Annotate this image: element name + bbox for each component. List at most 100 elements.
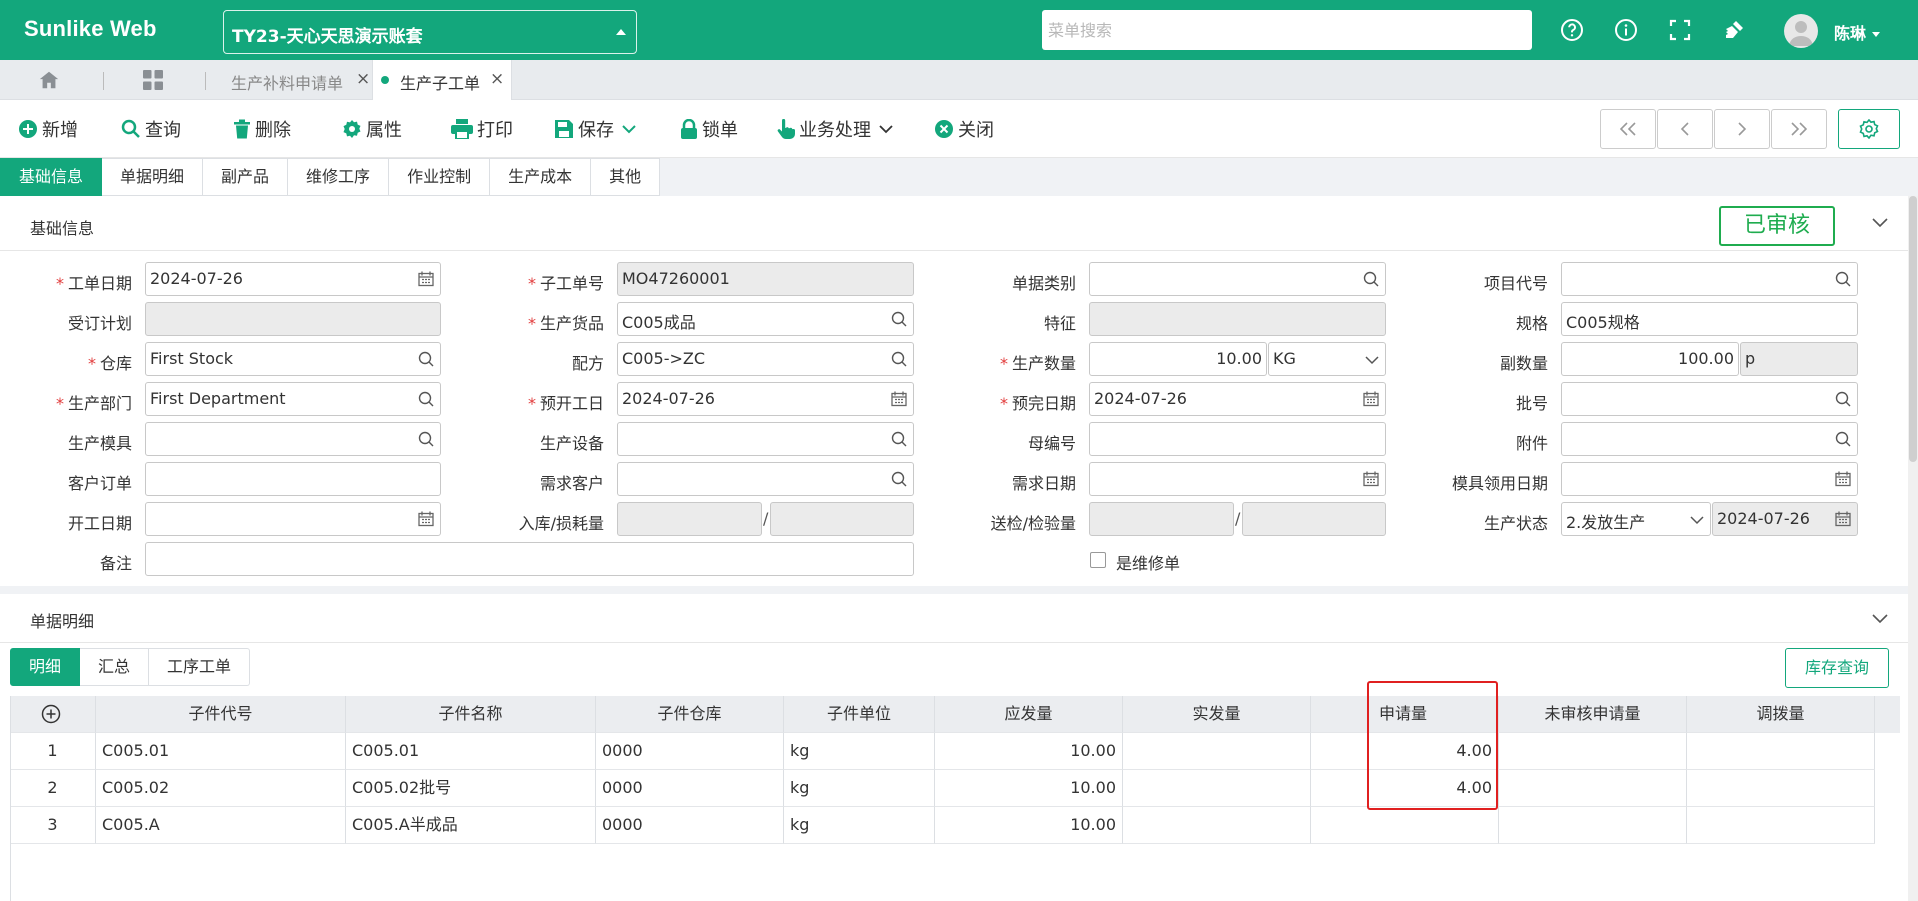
tab-production-cost[interactable]: 生产成本	[490, 158, 592, 196]
due-qty-cell[interactable]: 10.00	[935, 733, 1123, 770]
due-qty-cell[interactable]: 10.00	[935, 807, 1123, 844]
last-record-button[interactable]	[1771, 109, 1827, 149]
component-unit-cell[interactable]: kg	[784, 807, 935, 844]
table-row[interactable]: 1 C005.01 C005.01 0000 kg 10.00 4.00	[10, 733, 1900, 770]
start-date-field[interactable]	[145, 502, 441, 536]
apply-qty-cell[interactable]	[1311, 807, 1499, 844]
warehouse-field[interactable]: First Stock	[145, 342, 441, 376]
is-repair-checkbox[interactable]	[1090, 552, 1106, 568]
chevron-down-icon[interactable]	[1872, 218, 1888, 228]
component-name-cell[interactable]: C005.02批号	[346, 770, 596, 807]
stock-query-button[interactable]: 库存查询	[1785, 648, 1889, 688]
qty-field[interactable]: 10.00	[1089, 342, 1267, 376]
delete-button[interactable]: 删除	[233, 117, 291, 141]
close-icon[interactable]: ×	[490, 69, 504, 89]
transfer-qty-cell[interactable]	[1687, 770, 1875, 807]
add-row-cell[interactable]	[10, 696, 96, 733]
order-date-field[interactable]: 2024-07-26	[145, 262, 441, 296]
attachment-field[interactable]	[1561, 422, 1858, 456]
help-icon[interactable]	[1560, 18, 1584, 42]
column-header[interactable]: 子件名称	[346, 696, 596, 733]
home-icon[interactable]	[38, 69, 60, 91]
component-warehouse-cell[interactable]: 0000	[596, 807, 784, 844]
column-header[interactable]: 应发量	[935, 696, 1123, 733]
actual-qty-cell[interactable]	[1123, 770, 1311, 807]
unapproved-qty-cell[interactable]	[1499, 770, 1687, 807]
tab-detail[interactable]: 单据明细	[102, 158, 204, 196]
unapproved-qty-cell[interactable]	[1499, 807, 1687, 844]
plus-circle-icon[interactable]	[41, 704, 61, 724]
print-button[interactable]: 打印	[451, 117, 513, 141]
add-button[interactable]: 新增	[18, 117, 78, 141]
prod-status-select[interactable]: 2.发放生产	[1561, 502, 1711, 536]
menu-search-input[interactable]	[1042, 10, 1532, 50]
component-unit-cell[interactable]: kg	[784, 770, 935, 807]
project-code-field[interactable]	[1561, 262, 1858, 296]
search-icon[interactable]	[891, 351, 907, 367]
component-code-cell[interactable]: C005.02	[96, 770, 346, 807]
settings-button[interactable]	[1838, 109, 1900, 149]
search-icon[interactable]	[1363, 271, 1379, 287]
search-icon[interactable]	[1835, 391, 1851, 407]
user-menu[interactable]: 陈琳	[1834, 20, 1881, 44]
demand-customer-field[interactable]	[617, 462, 914, 496]
transfer-qty-cell[interactable]	[1687, 733, 1875, 770]
search-icon[interactable]	[891, 311, 907, 327]
tab-repair-process[interactable]: 维修工序	[288, 158, 390, 196]
calendar-icon[interactable]	[1363, 471, 1379, 487]
component-unit-cell[interactable]: kg	[784, 733, 935, 770]
previous-record-button[interactable]	[1657, 109, 1713, 149]
page-scrollbar-thumb[interactable]	[1909, 196, 1917, 462]
due-qty-cell[interactable]: 10.00	[935, 770, 1123, 807]
search-icon[interactable]	[418, 391, 434, 407]
apps-grid-icon[interactable]	[143, 70, 163, 90]
spec-field[interactable]: C005规格	[1561, 302, 1858, 336]
search-icon[interactable]	[891, 431, 907, 447]
component-name-cell[interactable]: C005.01	[346, 733, 596, 770]
column-header[interactable]: 未审核申请量	[1499, 696, 1687, 733]
lock-button[interactable]: 锁单	[680, 117, 738, 141]
close-button[interactable]: 关闭	[934, 117, 994, 141]
remark-field[interactable]	[145, 542, 914, 576]
tab-sub-work-order[interactable]: 生产子工单 ×	[372, 60, 512, 100]
unit-select[interactable]: KG	[1268, 342, 1386, 376]
calendar-icon[interactable]	[1835, 471, 1851, 487]
equipment-field[interactable]	[617, 422, 914, 456]
actual-qty-cell[interactable]	[1123, 807, 1311, 844]
close-icon[interactable]: ×	[356, 69, 370, 89]
subtab-detail[interactable]: 明细	[10, 648, 81, 686]
column-header[interactable]: 子件单位	[784, 696, 935, 733]
doc-type-field[interactable]	[1089, 262, 1386, 296]
column-header[interactable]: 子件仓库	[596, 696, 784, 733]
mold-field[interactable]	[145, 422, 441, 456]
tab-material-request[interactable]: 生产补料申请单 ×	[215, 60, 370, 100]
column-header[interactable]: 实发量	[1123, 696, 1311, 733]
mold-date-field[interactable]	[1561, 462, 1858, 496]
product-field[interactable]: C005成品	[617, 302, 914, 336]
chevron-down-icon[interactable]	[1872, 614, 1888, 624]
parent-no-field[interactable]	[1089, 422, 1386, 456]
search-icon[interactable]	[1835, 431, 1851, 447]
component-code-cell[interactable]: C005.A	[96, 807, 346, 844]
fullscreen-icon[interactable]	[1668, 18, 1692, 42]
avatar[interactable]	[1784, 14, 1818, 48]
calendar-icon[interactable]	[418, 271, 434, 287]
next-record-button[interactable]	[1714, 109, 1770, 149]
formula-field[interactable]: C005->ZC	[617, 342, 914, 376]
component-code-cell[interactable]: C005.01	[96, 733, 346, 770]
chevron-down-icon[interactable]	[879, 124, 893, 134]
subtab-process-order[interactable]: 工序工单	[149, 648, 251, 686]
transfer-qty-cell[interactable]	[1687, 807, 1875, 844]
component-warehouse-cell[interactable]: 0000	[596, 733, 784, 770]
search-icon[interactable]	[418, 351, 434, 367]
table-row[interactable]: 2 C005.02 C005.02批号 0000 kg 10.00 4.00	[10, 770, 1900, 807]
actual-qty-cell[interactable]	[1123, 733, 1311, 770]
demand-date-field[interactable]	[1089, 462, 1386, 496]
component-warehouse-cell[interactable]: 0000	[596, 770, 784, 807]
info-icon[interactable]	[1614, 18, 1638, 42]
sub-qty-field[interactable]: 100.00	[1561, 342, 1739, 376]
tab-by-product[interactable]: 副产品	[203, 158, 289, 196]
component-name-cell[interactable]: C005.A半成品	[346, 807, 596, 844]
search-icon[interactable]	[418, 431, 434, 447]
chevron-down-icon[interactable]	[622, 124, 636, 134]
